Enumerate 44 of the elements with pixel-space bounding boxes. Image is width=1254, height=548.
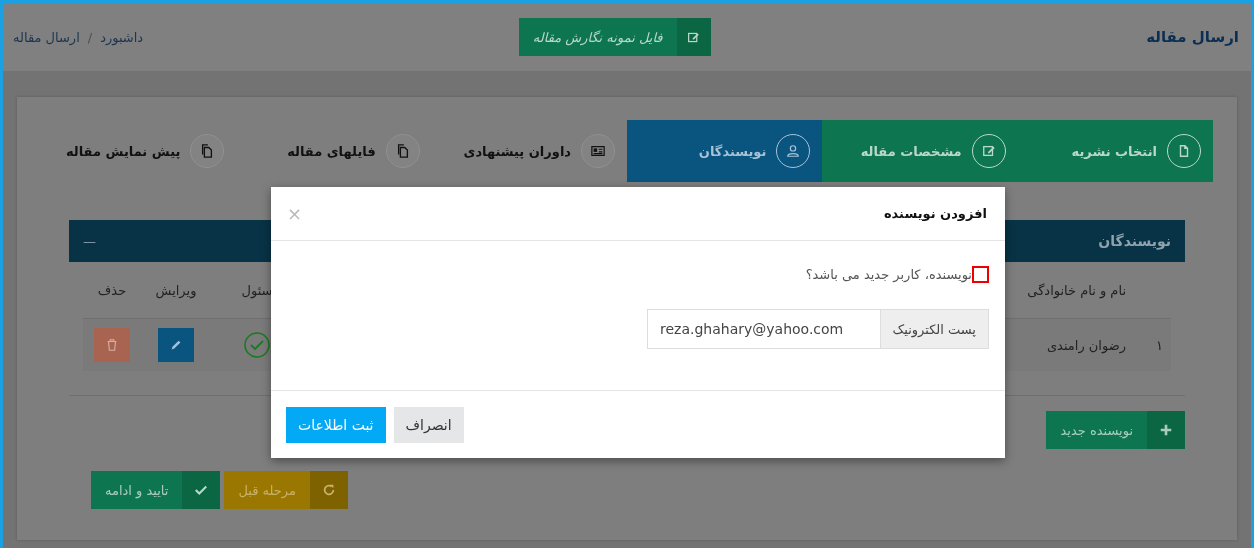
dialog-title: افزودن نویسنده [883, 206, 987, 221]
new-user-checkbox[interactable] [972, 266, 989, 283]
user-icon [786, 144, 801, 158]
sample-file-button[interactable]: فایل نمونه نگارش مقاله [518, 18, 711, 56]
column-header: نام و نام خانوادگی [1026, 282, 1126, 298]
pencil-icon [169, 338, 183, 352]
author-name: رضوان رامندی [1046, 337, 1126, 353]
checkbox-label: نویسنده، کاربر جدید می باشد؟ [805, 267, 972, 282]
step-tab[interactable]: نویسندگان [627, 120, 823, 182]
column-header: سئول [240, 282, 274, 298]
edit-icon [687, 30, 701, 44]
collapse-button[interactable]: — [83, 233, 96, 249]
file-icon [1177, 144, 1191, 158]
close-button[interactable]: × [287, 203, 303, 224]
breadcrumb-current: ارسال مقاله [13, 29, 80, 45]
confirm-continue-button[interactable]: تایید و ادامه [91, 471, 221, 509]
email-label: پست الکترونیک [879, 309, 989, 349]
previous-step-button[interactable]: مرحله قبل [224, 471, 348, 509]
step-tab[interactable]: داوران پیشنهادی [431, 120, 627, 182]
step-tab[interactable]: مشخصات مقاله [822, 120, 1018, 182]
breadcrumb-separator: / [87, 29, 93, 45]
edit-icon [981, 144, 996, 158]
refresh-icon [322, 483, 336, 497]
edit-button[interactable] [158, 328, 194, 362]
new-author-button[interactable]: نویسنده جدید [1046, 411, 1185, 449]
trash-icon [105, 338, 119, 352]
panel-title: نویسندگان [1098, 233, 1171, 249]
email-field[interactable]: reza.ghahary@yahoo.com [647, 309, 880, 349]
copy-icon [200, 144, 215, 158]
submit-button[interactable]: ثبت اطلاعات [286, 406, 386, 443]
cancel-button[interactable]: انصراف [393, 406, 464, 443]
copy-icon [395, 144, 410, 158]
row-number: ۱ [1156, 337, 1163, 353]
page-title: ارسال مقاله [1146, 28, 1239, 46]
id-card-icon [591, 144, 605, 158]
column-header: حذف [96, 282, 128, 298]
plus-icon [1159, 423, 1173, 437]
check-icon [194, 483, 209, 497]
step-tab[interactable]: پیش نمایش مقاله [41, 120, 237, 182]
delete-button[interactable] [94, 328, 130, 362]
step-tab[interactable]: انتخاب نشریه [1017, 120, 1213, 182]
step-tab[interactable]: فایلهای مقاله [236, 120, 432, 182]
column-header: ویرایش [154, 282, 198, 298]
breadcrumb-link[interactable]: داشبورد [100, 29, 144, 45]
